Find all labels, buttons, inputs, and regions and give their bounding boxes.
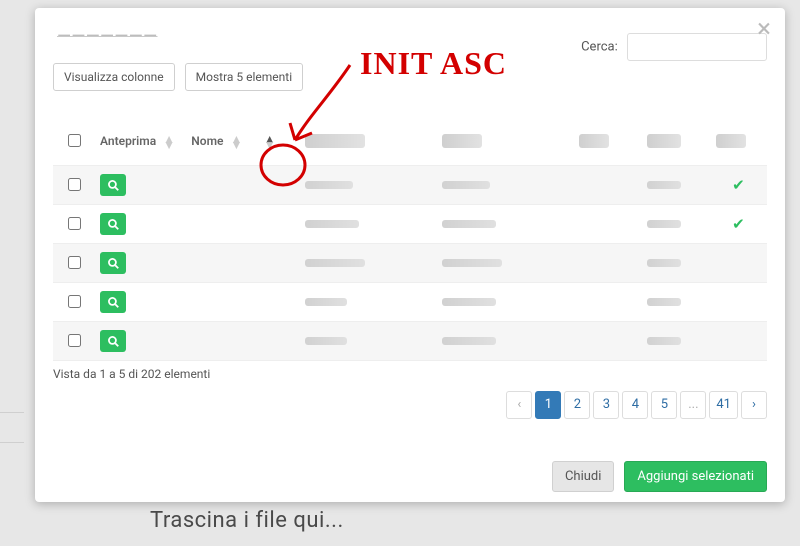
preview-button[interactable] [100,291,126,313]
cell-redacted [442,298,496,306]
sort-icon[interactable]: ▲▼ [230,136,242,148]
pager-ellipsis: ... [680,391,706,419]
page-length-button[interactable]: Mostra 5 elementi [185,63,304,91]
col-preview[interactable]: Anteprima [100,134,156,148]
cell-redacted [442,259,502,267]
table-row: ✔ [53,204,767,243]
table-row: ✔ [53,165,767,204]
table-info: Vista da 1 a 5 di 202 elementi [53,367,767,381]
check-icon: ✔ [716,176,761,194]
pager-page[interactable]: 2 [564,391,590,419]
sort-icon-init-asc[interactable]: ▲▼ [264,136,276,148]
col-redacted[interactable] [716,134,746,148]
close-icon[interactable]: × [757,16,771,42]
table-row [53,282,767,321]
preview-button[interactable] [100,213,126,235]
pager-page[interactable]: 3 [593,391,619,419]
col-redacted[interactable] [579,134,609,148]
col-redacted[interactable] [442,134,482,148]
cell-redacted [305,298,347,306]
check-icon: ✔ [716,215,761,233]
col-redacted[interactable] [647,134,681,148]
preview-button[interactable] [100,330,126,352]
cell-redacted [647,181,681,189]
columns-visibility-button[interactable]: Visualizza colonne [53,63,175,91]
preview-button[interactable] [100,252,126,274]
cell-redacted [442,220,496,228]
cell-redacted [647,337,681,345]
col-redacted[interactable] [305,134,365,148]
sort-icon[interactable]: ▲▼ [163,136,175,148]
search-label: Cerca: [581,40,618,55]
cell-redacted [647,220,681,228]
row-checkbox[interactable] [68,295,81,308]
table-row [53,321,767,360]
cell-redacted [305,259,365,267]
add-selected-button[interactable]: Aggiungi selezionati [624,461,767,492]
col-name[interactable]: Nome [191,134,223,148]
cell-redacted [305,220,359,228]
modal-dialog: × ——————— Visualizza colonne Mostra 5 el… [35,8,785,502]
select-all-checkbox[interactable] [68,134,81,147]
row-checkbox[interactable] [68,334,81,347]
close-button[interactable]: Chiudi [552,461,614,492]
cell-redacted [305,181,353,189]
pagination: ‹12345...41› [503,391,767,419]
cell-redacted [305,337,347,345]
row-checkbox[interactable] [68,178,81,191]
pager-prev: ‹ [506,391,532,419]
row-checkbox[interactable] [68,256,81,269]
pager-next[interactable]: › [741,391,767,419]
pager-page[interactable]: 5 [651,391,677,419]
dropzone-hint: Trascina i file qui... [150,508,344,533]
table-row [53,243,767,282]
search-input[interactable] [627,33,767,61]
preview-button[interactable] [100,174,126,196]
data-table: Anteprima ▲▼ Nome ▲▼ ▲▼ [53,117,767,361]
cell-redacted [647,259,681,267]
cell-redacted [442,181,490,189]
pager-page[interactable]: 41 [709,391,738,419]
row-checkbox[interactable] [68,217,81,230]
pager-page[interactable]: 1 [535,391,561,419]
cell-redacted [442,337,496,345]
cell-redacted [647,298,681,306]
pager-page[interactable]: 4 [622,391,648,419]
search-wrap: Cerca: [581,33,767,61]
